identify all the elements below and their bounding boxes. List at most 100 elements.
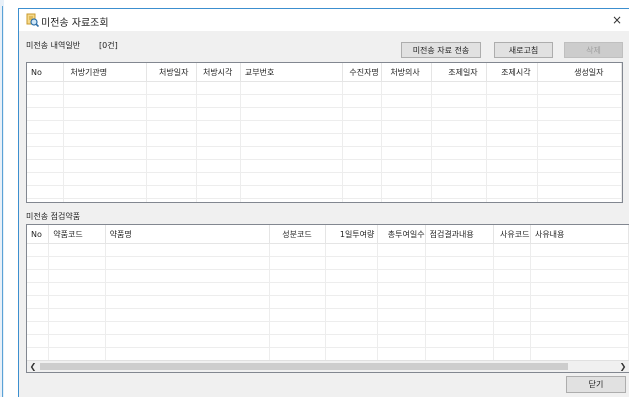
col-prescribing-institution[interactable]: 처방기관명 <box>63 63 148 82</box>
unsent-history-grid[interactable]: No 처방기관명 처방일자 처방시각 교부번호 수진자명 처방의사 조제일자 조… <box>26 62 623 203</box>
table-cell <box>196 107 241 121</box>
table-cell <box>325 334 378 348</box>
horizontal-scrollbar[interactable]: ❮ ❯ <box>27 360 629 372</box>
table-cell <box>240 159 344 173</box>
table-cell <box>63 159 148 173</box>
table-cell <box>146 198 197 202</box>
table-cell <box>381 94 433 108</box>
table-cell <box>530 282 629 296</box>
col-drug-name[interactable]: 약품명 <box>105 225 271 244</box>
table-cell <box>27 334 50 348</box>
table-cell <box>325 321 378 335</box>
table-row[interactable] <box>27 94 622 108</box>
table-cell <box>240 81 344 95</box>
table-cell <box>493 334 531 348</box>
table-cell <box>63 146 148 160</box>
table-cell <box>381 146 433 160</box>
unsent-check-drugs-grid[interactable]: No 약품코드 약품명 성분코드 1일투여량 총투여일수 점검결과내용 사유코드… <box>26 224 629 373</box>
send-unsent-button[interactable]: 미전송 자료 전송 <box>401 42 481 58</box>
table-cell <box>537 146 622 160</box>
table-row[interactable] <box>27 243 629 257</box>
unsent-check-drugs-label: 미전송 점검약품 <box>26 212 81 221</box>
table-cell <box>325 308 378 322</box>
table-cell <box>240 107 344 121</box>
table-row[interactable] <box>27 172 622 186</box>
table-row[interactable] <box>27 321 629 335</box>
col-daily-dose[interactable]: 1일투여량 <box>325 225 378 244</box>
col-created-date[interactable]: 생성일자 <box>537 63 622 82</box>
col-prescription-time[interactable]: 처방시각 <box>196 63 241 82</box>
table-cell <box>431 120 488 134</box>
unsent-history-header-row: No 처방기관명 처방일자 처방시각 교부번호 수진자명 처방의사 조제일자 조… <box>27 63 622 82</box>
table-cell <box>431 146 488 160</box>
table-row[interactable] <box>27 308 629 322</box>
table-cell <box>425 334 494 348</box>
table-cell <box>63 120 148 134</box>
table-cell <box>537 185 622 199</box>
col-total-days[interactable]: 총투여일수 <box>377 225 426 244</box>
table-row[interactable] <box>27 198 622 202</box>
table-cell <box>530 243 629 257</box>
table-cell <box>240 185 344 199</box>
table-row[interactable] <box>27 185 622 199</box>
table-cell <box>27 295 50 309</box>
table-row[interactable] <box>27 347 629 361</box>
title-bar[interactable]: 미전송 자료조회 × <box>19 9 629 31</box>
table-cell <box>381 81 433 95</box>
table-cell <box>325 269 378 283</box>
table-cell <box>27 243 50 257</box>
table-cell <box>27 347 50 361</box>
col-reason-text[interactable]: 사유내용 <box>530 225 629 244</box>
col-check-result[interactable]: 점검결과내용 <box>425 225 494 244</box>
table-row[interactable] <box>27 81 622 95</box>
table-cell <box>105 308 271 322</box>
col-patient-name[interactable]: 수진자명 <box>342 63 383 82</box>
col-prescription-date[interactable]: 처방일자 <box>146 63 197 82</box>
col-ingredient-code[interactable]: 성분코드 <box>269 225 326 244</box>
table-cell <box>105 269 271 283</box>
table-row[interactable] <box>27 295 629 309</box>
table-cell <box>48 308 106 322</box>
chevron-right-icon[interactable]: ❯ <box>617 361 629 372</box>
col-prescribing-doctor[interactable]: 처방의사 <box>381 63 433 82</box>
col-drug-code[interactable]: 약품코드 <box>48 225 106 244</box>
col-issue-number[interactable]: 교부번호 <box>240 63 344 82</box>
table-cell <box>431 185 488 199</box>
table-cell <box>342 198 383 202</box>
col-reason-code[interactable]: 사유코드 <box>493 225 531 244</box>
table-cell <box>240 94 344 108</box>
table-row[interactable] <box>27 282 629 296</box>
unsent-count-badge: [0건] <box>99 41 118 50</box>
table-row[interactable] <box>27 146 622 160</box>
col-no[interactable]: No <box>27 225 50 244</box>
table-row[interactable] <box>27 120 622 134</box>
table-row[interactable] <box>27 256 629 270</box>
col-dispensing-date[interactable]: 조제일자 <box>431 63 488 82</box>
table-cell <box>537 107 622 121</box>
delete-button[interactable]: 삭제 <box>564 42 623 58</box>
table-row[interactable] <box>27 107 622 121</box>
table-cell <box>27 256 50 270</box>
refresh-button[interactable]: 새로고침 <box>494 42 553 58</box>
table-cell <box>425 295 494 309</box>
close-window-button[interactable]: × <box>609 11 625 29</box>
col-dispensing-time[interactable]: 조제시각 <box>486 63 539 82</box>
table-cell <box>493 282 531 296</box>
table-cell <box>48 256 106 270</box>
scrollbar-thumb[interactable] <box>40 363 568 370</box>
unsent-history-table: No 처방기관명 처방일자 처방시각 교부번호 수진자명 처방의사 조제일자 조… <box>27 63 622 202</box>
table-row[interactable] <box>27 159 622 173</box>
table-row[interactable] <box>27 269 629 283</box>
table-cell <box>425 321 494 335</box>
col-no[interactable]: No <box>27 63 65 82</box>
table-row[interactable] <box>27 334 629 348</box>
close-button[interactable]: 닫기 <box>566 376 626 393</box>
table-cell <box>240 133 344 147</box>
table-cell <box>342 94 383 108</box>
table-cell <box>146 146 197 160</box>
table-cell <box>493 347 531 361</box>
table-cell <box>269 321 326 335</box>
table-cell <box>27 81 65 95</box>
chevron-left-icon[interactable]: ❮ <box>27 361 39 372</box>
table-row[interactable] <box>27 133 622 147</box>
